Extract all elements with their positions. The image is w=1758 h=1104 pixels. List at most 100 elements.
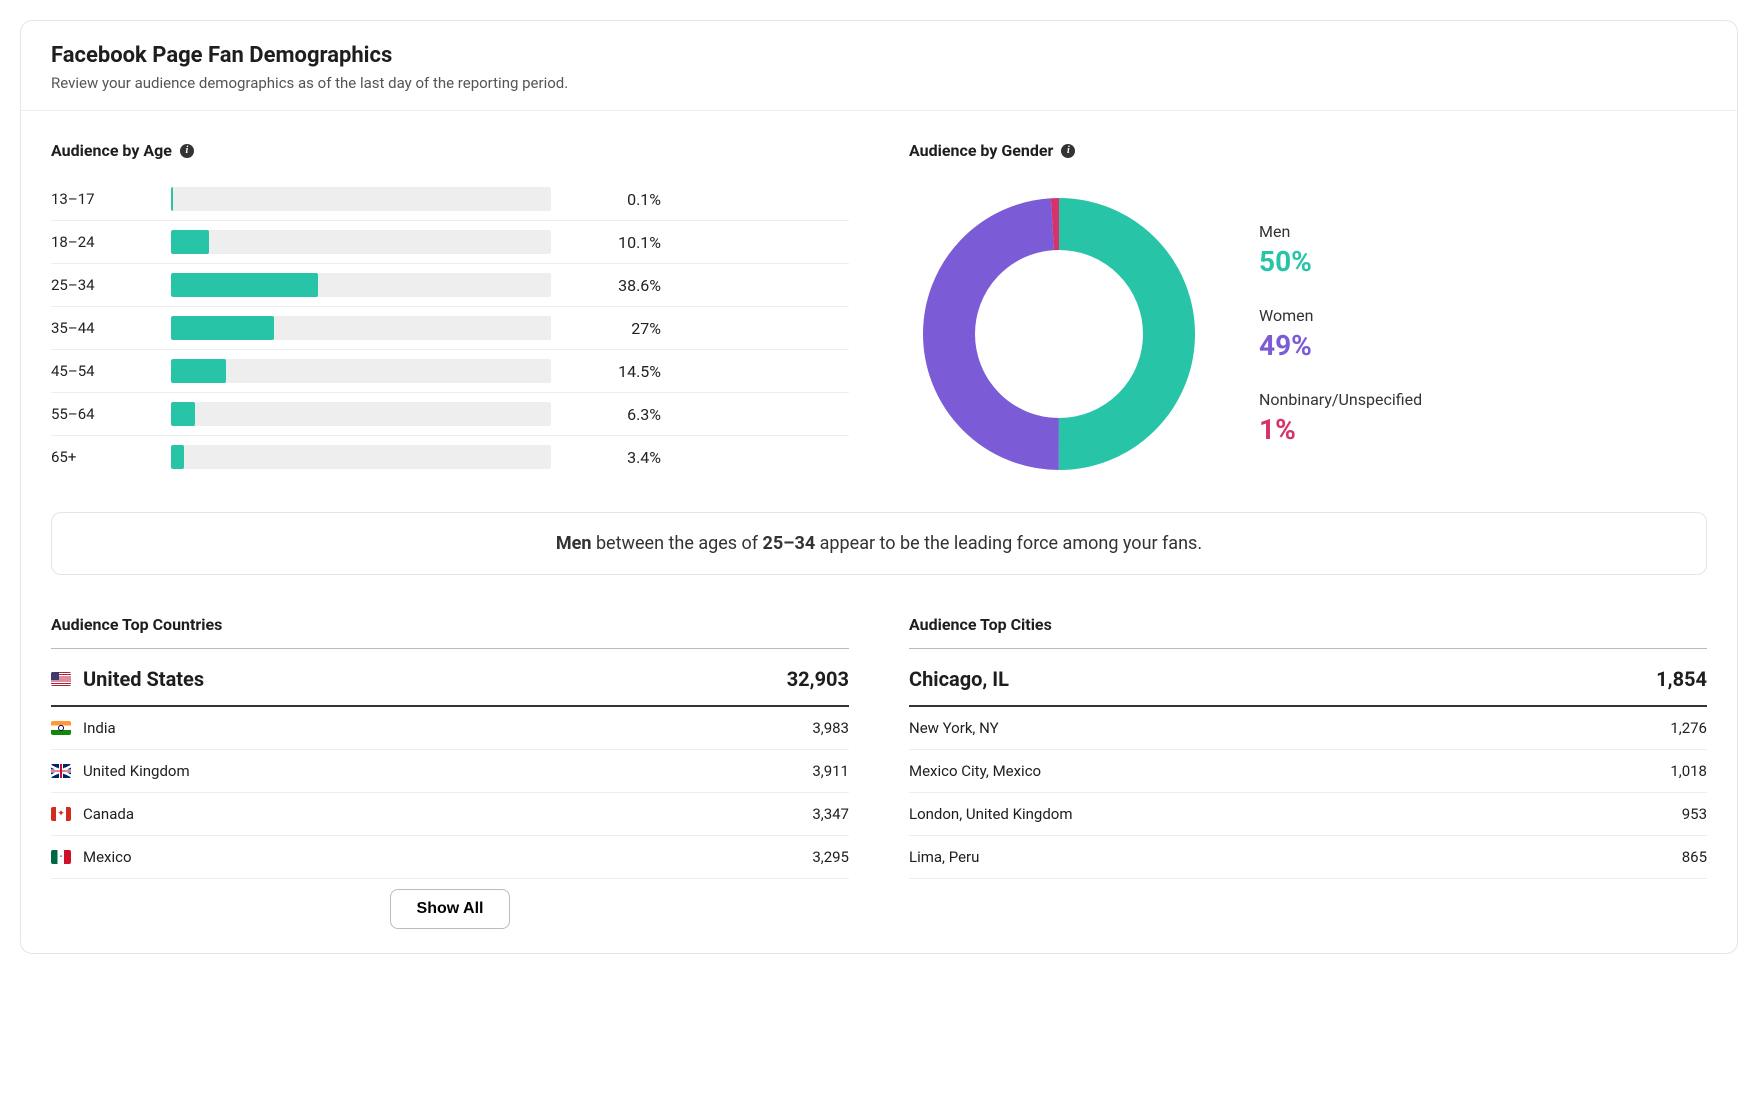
city-row: Chicago, IL 1,854 bbox=[909, 663, 1707, 707]
country-value: 3,911 bbox=[812, 762, 849, 780]
flag-icon bbox=[51, 721, 71, 735]
age-row: 65+ 3.4% bbox=[51, 436, 849, 478]
age-label: 55–64 bbox=[51, 405, 171, 423]
country-value: 32,903 bbox=[787, 667, 849, 691]
top-countries: Audience Top Countries United States32,9… bbox=[51, 615, 849, 933]
gender-legend-item: Nonbinary/Unspecified 1% bbox=[1259, 390, 1422, 446]
age-percent: 3.4% bbox=[551, 448, 661, 467]
gender-legend-item: Women 49% bbox=[1259, 306, 1422, 362]
age-row: 18–2410.1% bbox=[51, 221, 849, 264]
city-row: Lima, Peru 865 bbox=[909, 836, 1707, 879]
city-name: New York, NY bbox=[909, 719, 999, 737]
age-fill bbox=[171, 230, 209, 254]
age-percent: 27% bbox=[551, 319, 661, 338]
gender-label: Men bbox=[1259, 222, 1422, 241]
country-name: United Kingdom bbox=[51, 762, 190, 780]
info-icon[interactable]: i bbox=[180, 144, 194, 158]
age-label: 25–34 bbox=[51, 276, 171, 294]
countries-list: United States32,903India3,983United King… bbox=[51, 663, 849, 879]
donut-svg bbox=[909, 184, 1209, 484]
age-fill bbox=[171, 316, 274, 340]
age-percent: 6.3% bbox=[551, 405, 661, 424]
insight-gender: Men bbox=[556, 533, 592, 554]
age-label: 35–44 bbox=[51, 319, 171, 337]
country-row: United States 32,903 bbox=[51, 663, 849, 707]
gender-label: Women bbox=[1259, 306, 1422, 325]
age-track bbox=[171, 316, 551, 340]
age-percent: 0.1% bbox=[551, 190, 661, 209]
country-name: Mexico bbox=[51, 848, 132, 866]
show-all-button[interactable]: Show All bbox=[390, 889, 511, 929]
age-row: 55–64 6.3% bbox=[51, 393, 849, 436]
gender-section-title: Audience by Gender i bbox=[909, 141, 1707, 160]
city-row: New York, NY 1,276 bbox=[909, 707, 1707, 750]
city-value: 1,276 bbox=[1670, 719, 1707, 737]
age-label: 13–17 bbox=[51, 190, 171, 208]
insight-age-range: 25–34 bbox=[763, 533, 816, 554]
city-row: Mexico City, Mexico 1,018 bbox=[909, 750, 1707, 793]
gender-body: Men 50% Women 49% Nonbinary/Unspecified 1% bbox=[909, 184, 1707, 484]
age-fill bbox=[171, 359, 226, 383]
age-section-title: Audience by Age i bbox=[51, 141, 849, 160]
city-value: 1,018 bbox=[1670, 762, 1707, 780]
age-percent: 38.6% bbox=[551, 276, 661, 295]
age-track bbox=[171, 230, 551, 254]
age-title-text: Audience by Age bbox=[51, 141, 172, 160]
city-name: Chicago, IL bbox=[909, 667, 1009, 691]
age-row: 25–34 38.6% bbox=[51, 264, 849, 307]
country-name: India bbox=[51, 719, 116, 737]
insight-text-2: appear to be the leading force among you… bbox=[815, 533, 1202, 554]
cities-title: Audience Top Cities bbox=[909, 615, 1707, 649]
country-row: India3,983 bbox=[51, 707, 849, 750]
city-name: London, United Kingdom bbox=[909, 805, 1073, 823]
age-fill bbox=[171, 402, 195, 426]
city-value: 865 bbox=[1682, 848, 1707, 866]
age-track bbox=[171, 273, 551, 297]
city-value: 1,854 bbox=[1656, 667, 1707, 691]
lists-row: Audience Top Countries United States32,9… bbox=[21, 605, 1737, 953]
age-track bbox=[171, 402, 551, 426]
age-row: 35–44 27% bbox=[51, 307, 849, 350]
insight-text-1: between the ages of bbox=[591, 533, 762, 554]
country-value: 3,295 bbox=[812, 848, 849, 866]
age-label: 18–24 bbox=[51, 233, 171, 251]
gender-legend: Men 50% Women 49% Nonbinary/Unspecified 1% bbox=[1259, 222, 1422, 446]
country-row: Mexico 3,295 bbox=[51, 836, 849, 879]
age-fill bbox=[171, 187, 173, 211]
gender-title-text: Audience by Gender bbox=[909, 141, 1053, 160]
flag-icon bbox=[51, 672, 71, 686]
age-track bbox=[171, 359, 551, 383]
gender-donut bbox=[909, 184, 1209, 484]
card-header: Facebook Page Fan Demographics Review yo… bbox=[21, 21, 1737, 111]
gender-value: 1% bbox=[1259, 413, 1422, 446]
city-value: 953 bbox=[1682, 805, 1707, 823]
country-row: United Kingdom 3,911 bbox=[51, 750, 849, 793]
age-fill bbox=[171, 445, 184, 469]
age-track bbox=[171, 445, 551, 469]
gender-legend-item: Men 50% bbox=[1259, 222, 1422, 278]
city-row: London, United Kingdom 953 bbox=[909, 793, 1707, 836]
charts-row: Audience by Age i 13–170.1%18–2410.1%25–… bbox=[21, 111, 1737, 494]
city-name: Mexico City, Mexico bbox=[909, 762, 1041, 780]
age-label: 65+ bbox=[51, 448, 171, 466]
age-row: 45–5414.5% bbox=[51, 350, 849, 393]
gender-label: Nonbinary/Unspecified bbox=[1259, 390, 1422, 409]
cities-list: Chicago, IL 1,854 New York, NY 1,276 Mexico … bbox=[909, 663, 1707, 879]
flag-icon bbox=[51, 807, 71, 821]
age-track bbox=[171, 187, 551, 211]
age-bars: 13–17 0.1% 18–2410.1% 25–34 38.6% 35–44 27% 45–… bbox=[51, 178, 849, 478]
flag-icon bbox=[51, 764, 71, 778]
info-icon[interactable]: i bbox=[1061, 144, 1075, 158]
gender-value: 50% bbox=[1259, 245, 1422, 278]
gender-value: 49% bbox=[1259, 329, 1422, 362]
city-name: Lima, Peru bbox=[909, 848, 979, 866]
flag-icon bbox=[51, 850, 71, 864]
audience-by-gender: Audience by Gender i Men 50% Women 49% Nonbi… bbox=[909, 141, 1707, 484]
insight-box: Men between the ages of 25–34 appear to … bbox=[51, 512, 1707, 575]
country-name: Canada bbox=[51, 805, 134, 823]
age-row: 13–17 0.1% bbox=[51, 178, 849, 221]
demographics-card: Facebook Page Fan Demographics Review yo… bbox=[20, 20, 1738, 954]
age-fill bbox=[171, 273, 318, 297]
country-name: United States bbox=[51, 667, 204, 691]
country-value: 3,347 bbox=[812, 805, 849, 823]
